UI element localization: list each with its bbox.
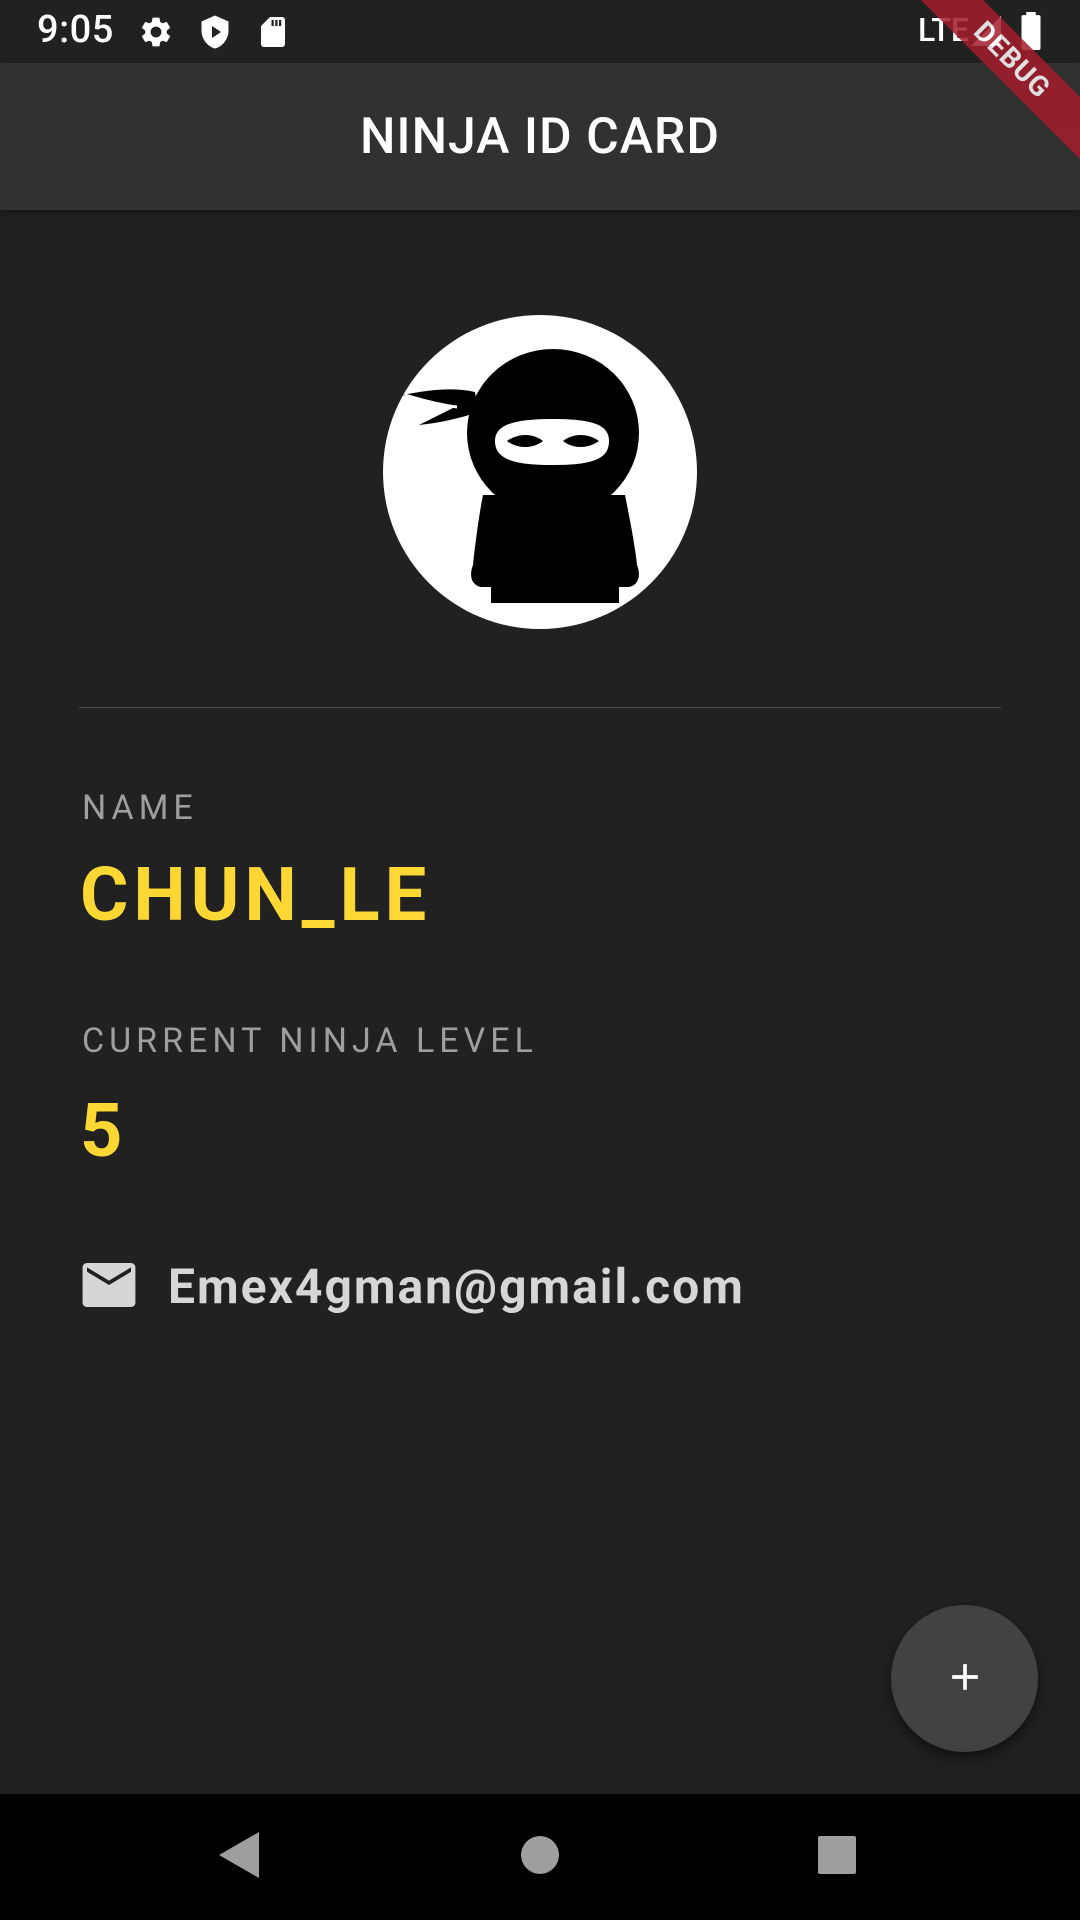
- plus-icon: [943, 1655, 987, 1703]
- settings-icon: [138, 14, 174, 50]
- back-button[interactable]: [203, 1822, 273, 1892]
- level-value: 5: [80, 1088, 128, 1175]
- home-button[interactable]: [505, 1822, 575, 1892]
- email-text: Emex4gman@gmail.com: [168, 1258, 745, 1315]
- add-button[interactable]: [891, 1605, 1038, 1752]
- divider: [79, 707, 1001, 708]
- back-icon: [215, 1830, 261, 1884]
- level-label: CURRENT NINJA LEVEL: [82, 1021, 538, 1061]
- email-row: Emex4gman@gmail.com: [82, 1258, 745, 1315]
- navigation-bar: [0, 1794, 1080, 1920]
- screen: 9:05 LTE NINJA ID CARD DEBUG NAME CHUN_L…: [0, 0, 1080, 1920]
- page-title: NINJA ID CARD: [359, 107, 721, 166]
- status-time: 9:05: [37, 8, 114, 52]
- ninja-avatar: [383, 315, 697, 629]
- name-value: CHUN_LE: [80, 852, 432, 939]
- shield-play-icon: [197, 14, 233, 50]
- debug-banner: DEBUG: [910, 0, 1080, 170]
- name-label: NAME: [82, 788, 198, 828]
- mail-icon: [82, 1262, 136, 1311]
- home-icon: [520, 1835, 560, 1879]
- debug-label: DEBUG: [910, 0, 1080, 168]
- recents-icon: [817, 1835, 857, 1879]
- sd-card-icon: [255, 14, 291, 50]
- recents-button[interactable]: [802, 1822, 872, 1892]
